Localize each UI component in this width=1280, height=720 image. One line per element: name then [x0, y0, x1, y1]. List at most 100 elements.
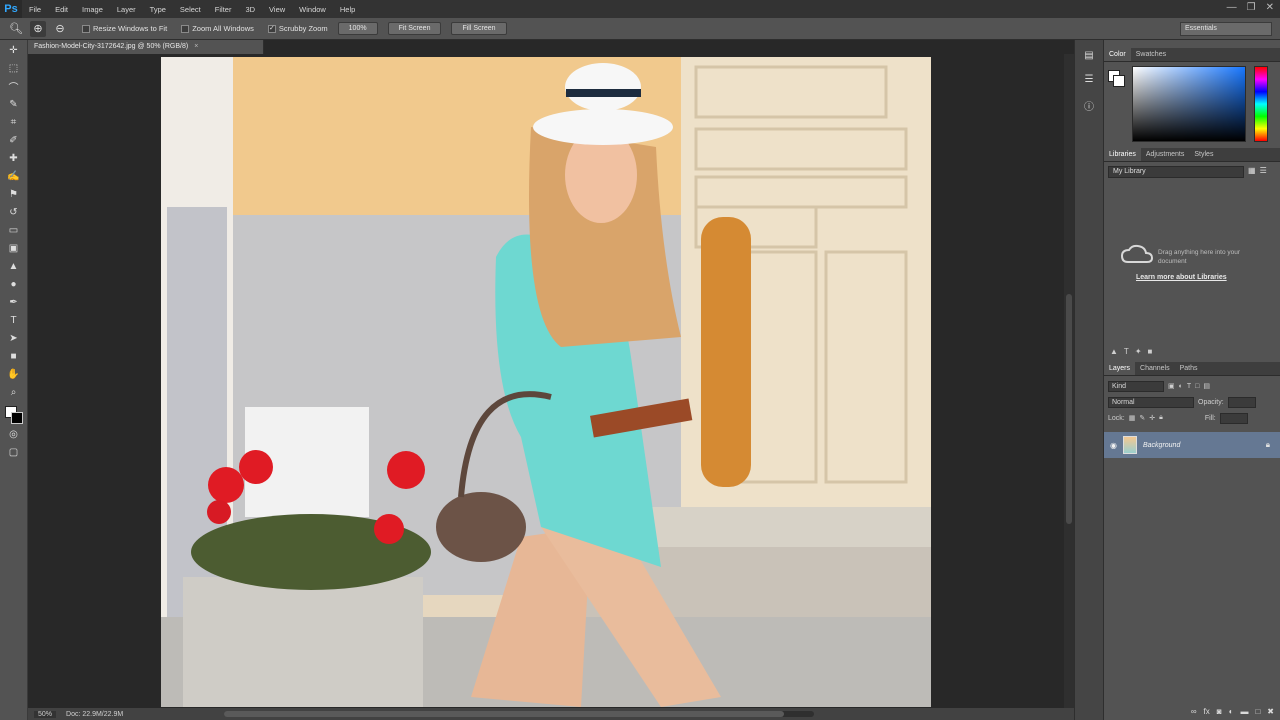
move-tool-icon[interactable]: ✛	[5, 42, 23, 58]
library-select[interactable]: My Library	[1108, 166, 1244, 178]
zoom-tool-icon[interactable]: ⌕	[5, 384, 23, 400]
document-tab[interactable]: Fashion-Model-City-3172642.jpg @ 50% (RG…	[28, 40, 264, 54]
healing-brush-tool-icon[interactable]: ✚	[5, 150, 23, 166]
zoom-in-icon[interactable]: ⊕	[30, 20, 46, 37]
tab-swatches[interactable]: Swatches	[1131, 48, 1171, 61]
menu-type[interactable]: Type	[143, 5, 173, 14]
eraser-tool-icon[interactable]: ▭	[5, 222, 23, 238]
history-brush-tool-icon[interactable]: ↺	[5, 204, 23, 220]
color-panel-swatch[interactable]	[1108, 70, 1125, 87]
filter-shape-icon[interactable]: □	[1195, 383, 1199, 390]
lasso-tool-icon[interactable]: ⌒	[5, 78, 23, 94]
crop-tool-icon[interactable]: ⌗	[5, 114, 23, 130]
filter-pixel-icon[interactable]: ▣	[1168, 382, 1175, 390]
menu-help[interactable]: Help	[333, 5, 362, 14]
link-layers-icon[interactable]: ∞	[1191, 707, 1197, 716]
zoom-level-field[interactable]: 50%	[34, 710, 57, 718]
screen-mode-icon[interactable]: ▢	[5, 444, 23, 460]
background-swatch-icon[interactable]	[1113, 75, 1125, 87]
document-canvas-image[interactable]	[161, 57, 931, 707]
tab-color[interactable]: Color	[1104, 48, 1131, 61]
clone-stamp-tool-icon[interactable]: ⚑	[5, 186, 23, 202]
layer-name[interactable]: Background	[1143, 442, 1180, 449]
menu-file[interactable]: File	[22, 5, 48, 14]
opacity-input[interactable]	[1227, 396, 1256, 408]
quick-selection-tool-icon[interactable]: ✎	[5, 96, 23, 112]
scrubby-zoom-checkbox[interactable]: ✓ Scrubby Zoom	[267, 24, 328, 33]
delete-layer-icon[interactable]: ✖	[1267, 707, 1274, 716]
grid-view-icon[interactable]: ▦	[1248, 166, 1256, 175]
filter-type-icon[interactable]: T	[1187, 383, 1191, 390]
path-selection-tool-icon[interactable]: ➤	[5, 330, 23, 346]
foreground-background-swatch[interactable]	[4, 406, 23, 424]
tab-layers[interactable]: Layers	[1104, 362, 1136, 375]
blend-mode-select[interactable]: Normal	[1108, 396, 1194, 408]
marquee-tool-icon[interactable]: ⬚	[5, 60, 23, 76]
gradient-tool-icon[interactable]: ▣	[5, 240, 23, 256]
menu-edit[interactable]: Edit	[48, 5, 75, 14]
new-layer-icon[interactable]: □	[1255, 707, 1260, 716]
filter-smart-icon[interactable]: ▤	[1203, 382, 1210, 390]
rectangle-tool-icon[interactable]: ■	[5, 348, 23, 364]
layer-mask-icon[interactable]: ◙	[1217, 707, 1222, 716]
workspace-select[interactable]: Essentials	[1180, 22, 1272, 36]
layer-row-background[interactable]: ◉ Background 🔒︎	[1104, 432, 1280, 458]
add-fg-color-icon[interactable]: ■	[1148, 347, 1153, 356]
type-tool-icon[interactable]: T	[5, 312, 23, 328]
brush-tool-icon[interactable]: ✍	[5, 168, 23, 184]
eyedropper-tool-icon[interactable]: ✐	[5, 132, 23, 148]
tab-libraries[interactable]: Libraries	[1104, 148, 1141, 161]
hand-tool-icon[interactable]: ✋	[5, 366, 23, 382]
fit-screen-button[interactable]: Fit Screen	[387, 22, 442, 35]
add-layer-style-icon[interactable]: ✦	[1135, 347, 1142, 356]
fill-screen-button[interactable]: Fill Screen	[451, 22, 507, 35]
pen-tool-icon[interactable]: ✒	[5, 294, 23, 310]
blur-tool-icon[interactable]: ▲	[5, 258, 23, 274]
menu-image[interactable]: Image	[75, 5, 110, 14]
add-text-icon[interactable]: T	[1124, 347, 1129, 356]
maximize-icon[interactable]: ❐	[1247, 2, 1256, 13]
adjustment-layer-icon[interactable]: ◐	[1229, 707, 1234, 716]
zoom-all-windows-checkbox[interactable]: Zoom All Windows	[181, 24, 254, 33]
tab-channels[interactable]: Channels	[1135, 362, 1175, 375]
layer-kind-filter[interactable]: Kind	[1108, 380, 1164, 392]
list-view-icon[interactable]: ☰	[1260, 166, 1267, 175]
lock-position-icon[interactable]: ✛	[1149, 414, 1155, 422]
hue-slider[interactable]	[1254, 66, 1268, 142]
color-picker-field[interactable]	[1132, 66, 1246, 142]
history-panel-icon[interactable]: ▤	[1081, 50, 1097, 64]
close-icon[interactable]: ✕	[1266, 2, 1274, 13]
quick-mask-icon[interactable]: ◎	[5, 426, 23, 442]
layer-style-icon[interactable]: fx	[1204, 707, 1210, 716]
vertical-scroll-thumb[interactable]	[1066, 294, 1072, 524]
menu-window[interactable]: Window	[292, 5, 333, 14]
minimize-icon[interactable]: —	[1227, 2, 1237, 13]
horizontal-scrollbar[interactable]	[224, 711, 814, 717]
menu-3d[interactable]: 3D	[238, 5, 262, 14]
close-document-icon[interactable]: ×	[194, 43, 198, 50]
lock-all-icon[interactable]: 🔒︎	[1159, 414, 1163, 422]
zoom-out-icon[interactable]: ⊖	[52, 21, 68, 37]
horizontal-scroll-thumb[interactable]	[224, 711, 784, 717]
lock-transparency-icon[interactable]: ▦	[1129, 414, 1136, 422]
vertical-scrollbar[interactable]	[1064, 54, 1074, 708]
menu-select[interactable]: Select	[173, 5, 208, 14]
menu-filter[interactable]: Filter	[208, 5, 239, 14]
resize-windows-checkbox[interactable]: Resize Windows to Fit	[82, 24, 167, 33]
tab-adjustments[interactable]: Adjustments	[1141, 148, 1190, 161]
lock-pixels-icon[interactable]: ✎	[1139, 414, 1145, 422]
tab-paths[interactable]: Paths	[1175, 362, 1203, 375]
new-group-icon[interactable]: ▬	[1240, 707, 1248, 716]
tab-styles[interactable]: Styles	[1189, 148, 1218, 161]
zoom-tool-preset-icon[interactable]: 🔍︎	[8, 21, 24, 37]
background-color-icon[interactable]	[10, 412, 23, 424]
doc-size-info[interactable]: Doc: 22.9M/22.9M	[66, 711, 123, 718]
learn-more-libraries-link[interactable]: Learn more about Libraries	[1136, 274, 1227, 281]
dodge-tool-icon[interactable]: ●	[5, 276, 23, 292]
menu-layer[interactable]: Layer	[110, 5, 143, 14]
add-graphic-icon[interactable]: ▲	[1110, 347, 1118, 356]
fill-input[interactable]	[1219, 412, 1248, 424]
eye-icon[interactable]: ◉	[1110, 441, 1117, 450]
zoom-100-button[interactable]: 100%	[337, 22, 378, 35]
info-panel-icon[interactable]: ⓘ	[1081, 98, 1097, 113]
